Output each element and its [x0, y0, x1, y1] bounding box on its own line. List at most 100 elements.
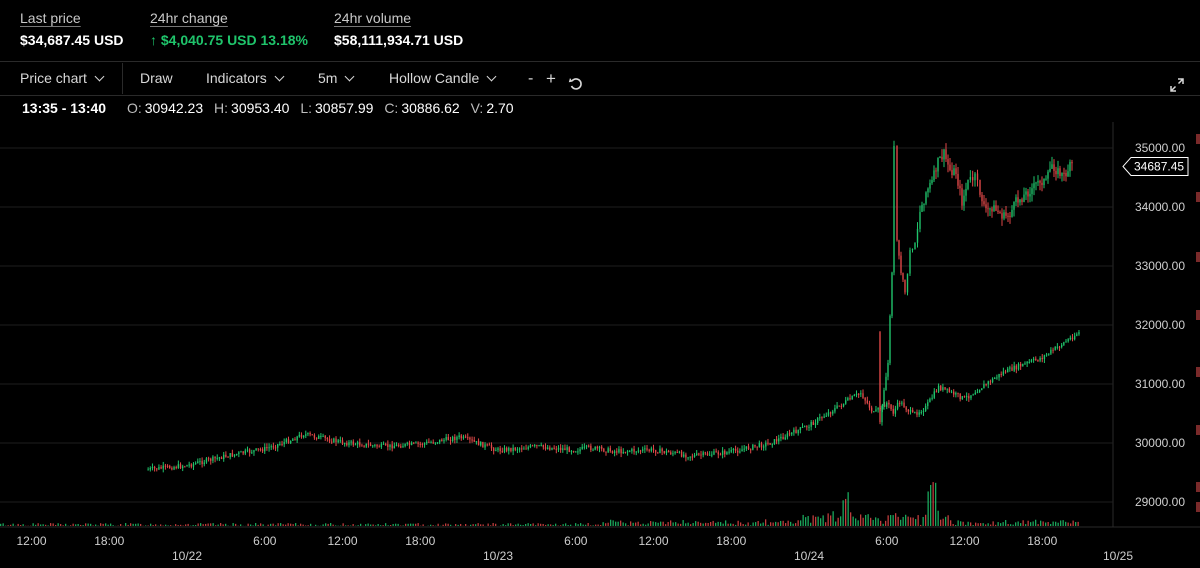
candle-body [1013, 365, 1015, 371]
candle-body [447, 437, 450, 441]
candle-body [1067, 339, 1069, 342]
candle-body [212, 456, 214, 461]
volume-bar [390, 525, 392, 526]
candle-body [400, 446, 402, 448]
volume-24h-label[interactable]: 24hr volume [334, 10, 463, 26]
candle-body [313, 435, 316, 438]
change-24h-label[interactable]: 24hr change [150, 10, 308, 26]
volume-bar [95, 524, 97, 526]
volume-bar [842, 500, 844, 526]
volume-bar [145, 525, 147, 526]
volume-bar [135, 523, 137, 526]
last-price-label[interactable]: Last price [20, 10, 124, 26]
volume-bar [732, 523, 734, 526]
volume-bar [952, 523, 954, 526]
candle-body [177, 464, 180, 468]
candle-body [937, 385, 940, 392]
candle-body [551, 447, 553, 450]
volume-bar [1022, 520, 1024, 526]
candle-body [540, 444, 542, 446]
candle-body [512, 447, 514, 452]
volume-bar [377, 523, 379, 526]
volume-bar [635, 522, 637, 526]
volume-bar [222, 524, 224, 526]
candle-body [503, 447, 506, 453]
volume-bar [470, 524, 472, 526]
volume-bar [407, 523, 409, 526]
candle-body [199, 461, 201, 463]
volume-bar [925, 514, 927, 526]
candle-body [737, 450, 739, 453]
volume-bar [960, 521, 962, 526]
close-value: 30886.62 [401, 100, 460, 116]
candle-body [1076, 334, 1078, 336]
candle-body [194, 463, 197, 465]
candle-body [1071, 162, 1073, 164]
zoom-in-button[interactable]: + [546, 62, 556, 95]
candle-body [893, 145, 895, 273]
indicators-label: Indicators [206, 70, 267, 86]
volume-bar [187, 523, 189, 526]
candle-body [949, 164, 951, 171]
candle-body [849, 398, 851, 400]
x-tick-label: 18:00 [716, 534, 746, 548]
candle-body [797, 430, 799, 434]
price-chart[interactable]: 35000.00 34000.00 33000.00 32000.00 31000.00… [0, 122, 1200, 568]
volume-bar [642, 523, 644, 526]
candle-body [583, 446, 586, 448]
price-chart-dropdown[interactable]: Price chart [20, 62, 105, 95]
candle-body [1015, 365, 1018, 370]
toolbar-divider [122, 63, 123, 94]
candle-body [909, 410, 912, 412]
volume-bar [200, 523, 202, 526]
volume-bar [422, 524, 424, 526]
date-label: 10/25 [1103, 549, 1133, 563]
volume-bar [922, 516, 924, 526]
candle-body [891, 272, 893, 316]
volume-bar [787, 520, 789, 526]
volume-bar [1037, 524, 1039, 526]
candle-body [1019, 199, 1021, 203]
candle-body [1022, 363, 1024, 367]
candle-body [902, 273, 904, 280]
indicators-dropdown[interactable]: Indicators [206, 62, 285, 95]
candle-body [322, 435, 324, 437]
volume-bar [712, 520, 714, 526]
candle-body [203, 462, 205, 465]
candle-body [603, 448, 605, 452]
candle-body [728, 451, 730, 453]
candle-body [743, 448, 745, 450]
volume-bar [975, 522, 977, 526]
expand-icon[interactable] [1170, 71, 1184, 92]
candle-body [1039, 181, 1041, 183]
candle-body [566, 447, 568, 451]
candle-body [659, 448, 661, 454]
reset-icon[interactable] [568, 71, 584, 90]
candle-body [421, 443, 424, 445]
candle-body [953, 168, 955, 176]
volume-bar [375, 525, 377, 526]
volume-bar [357, 525, 359, 526]
draw-button[interactable]: Draw [140, 62, 173, 95]
candle-body [644, 448, 646, 450]
candle-body [991, 378, 994, 383]
volume-bar [532, 523, 534, 526]
candle-body [896, 402, 899, 409]
candle-body [974, 392, 976, 395]
volume-bar [290, 523, 292, 526]
interval-dropdown[interactable]: 5m [318, 62, 355, 95]
volume-bar [50, 523, 52, 526]
candle-body [894, 408, 897, 414]
volume-24h-value: $58,111,934.71 USD [334, 32, 464, 48]
candle-body [248, 449, 251, 453]
volume-bar [327, 523, 329, 526]
volume-bar [1000, 523, 1002, 526]
candle-style-dropdown[interactable]: Hollow Candle [389, 62, 497, 95]
volume-bar [685, 523, 687, 526]
candle-body [546, 447, 549, 450]
candle-body [642, 449, 644, 451]
volume-bar [672, 522, 674, 526]
candle-body [354, 444, 357, 446]
last-price-tag-text: 34687.45 [1134, 159, 1184, 173]
zoom-out-button[interactable]: - [528, 62, 533, 95]
